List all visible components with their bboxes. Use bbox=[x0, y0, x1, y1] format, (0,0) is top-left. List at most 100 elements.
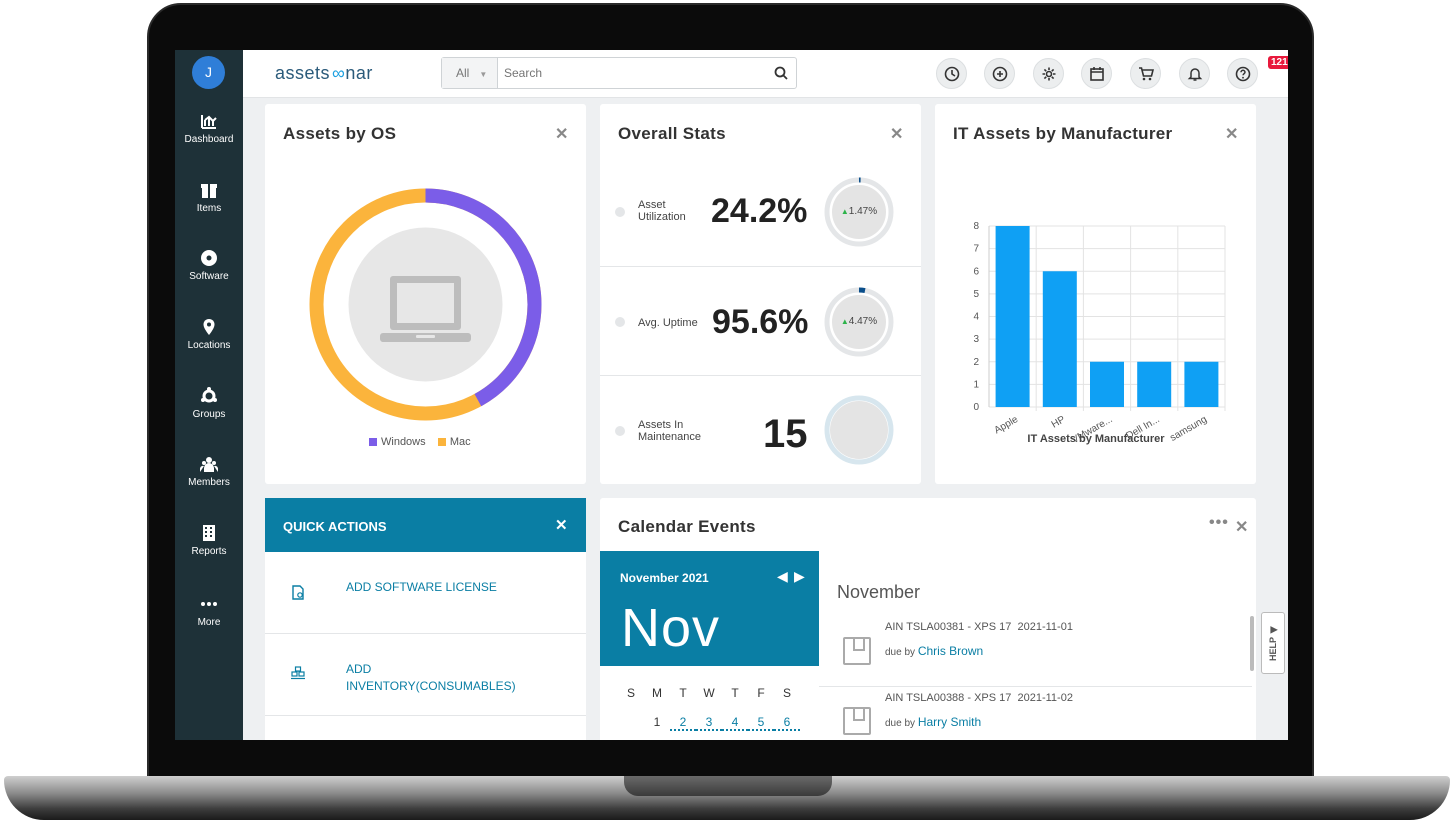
sidebar-item-label: Members bbox=[188, 477, 230, 488]
more-dots-icon bbox=[201, 602, 217, 606]
trend-up-icon: ▲ bbox=[840, 207, 849, 216]
stat-value: 15 bbox=[763, 412, 808, 456]
sidebar-item-label: Items bbox=[196, 203, 222, 214]
calendar-event[interactable]: AIN TSLA00388 - XPS 17 2021-11-02 due by… bbox=[819, 687, 1252, 740]
asset-box-icon bbox=[843, 637, 871, 665]
search-input[interactable] bbox=[504, 64, 764, 82]
calendar-day[interactable]: 2 bbox=[670, 715, 696, 731]
y-tick-label: 6 bbox=[973, 266, 979, 277]
os-donut-chart bbox=[309, 188, 542, 421]
stat-delta: ▲1.47% bbox=[840, 206, 878, 217]
sidebar-item-label: Dashboard bbox=[184, 134, 234, 145]
laptop-notch bbox=[624, 776, 832, 796]
disc-icon bbox=[201, 250, 217, 266]
map-pin-icon bbox=[203, 319, 215, 335]
events-scrollbar[interactable] bbox=[1250, 616, 1254, 671]
y-tick-label: 5 bbox=[973, 289, 979, 300]
sidebar-item-label: Groups bbox=[192, 409, 226, 420]
sidebar-item-members[interactable]: Members bbox=[175, 455, 243, 488]
info-icon[interactable] bbox=[615, 426, 625, 436]
software-license-icon bbox=[292, 585, 304, 600]
cart-icon bbox=[1139, 67, 1154, 81]
app-logo[interactable]: assets ∞nar bbox=[275, 63, 373, 84]
legend-label: Mac bbox=[449, 436, 471, 448]
y-tick-label: 1 bbox=[973, 379, 979, 390]
x-tick-label: samsung bbox=[1168, 414, 1209, 444]
stat-label: Assets In Maintenance bbox=[638, 419, 701, 443]
question-icon bbox=[1235, 66, 1251, 82]
help-button[interactable] bbox=[1227, 58, 1258, 89]
stat-row-utilization: Asset Utilization 24.2% ▲1.47% bbox=[600, 158, 921, 267]
building-icon bbox=[203, 525, 215, 541]
calendar-day[interactable]: 4 bbox=[722, 715, 748, 731]
gear-icon bbox=[1042, 67, 1056, 81]
sidebar-item-locations[interactable]: Locations bbox=[175, 318, 243, 351]
y-tick-label: 8 bbox=[973, 221, 979, 232]
close-icon[interactable]: ✕ bbox=[555, 516, 568, 534]
manufacturer-bar-chart: 012345678Apple HP VMware... Dell In... samsu… bbox=[973, 221, 1226, 446]
stat-label: Asset Utilization bbox=[638, 199, 686, 223]
close-icon[interactable]: ✕ bbox=[1225, 124, 1238, 144]
search-bar: All ▼ bbox=[441, 57, 797, 89]
help-tab[interactable]: HELP ◀ bbox=[1261, 612, 1285, 674]
quick-action-label: ADD INVENTORY(CONSUMABLES) bbox=[346, 662, 516, 693]
history-button[interactable] bbox=[936, 58, 967, 89]
bell-icon bbox=[1187, 68, 1203, 81]
add-button[interactable] bbox=[984, 58, 1015, 89]
search-icon[interactable] bbox=[774, 66, 788, 80]
sidebar-item-dashboard[interactable]: Dashboard bbox=[175, 112, 243, 145]
os-legend: Windows Mac bbox=[369, 436, 471, 448]
stat-gauge: ▲1.47% bbox=[824, 177, 894, 247]
inventory-boxes-icon bbox=[291, 666, 305, 680]
members-icon bbox=[200, 457, 218, 472]
close-icon[interactable]: ✕ bbox=[555, 124, 568, 144]
notifications-button[interactable] bbox=[1179, 58, 1210, 89]
weekday-label: S bbox=[626, 686, 635, 700]
gift-box-icon bbox=[201, 184, 217, 198]
close-icon[interactable]: ✕ bbox=[890, 124, 903, 144]
info-icon[interactable] bbox=[615, 207, 625, 217]
sidebar-item-software[interactable]: Software bbox=[175, 249, 243, 282]
y-tick-label: 0 bbox=[973, 402, 979, 413]
legend-label: Windows bbox=[381, 436, 426, 448]
calendar-button[interactable] bbox=[1081, 58, 1112, 89]
event-person-link[interactable]: Chris Brown bbox=[918, 644, 983, 658]
app-screen: J Dashboard Items Software Locations Gro… bbox=[175, 50, 1288, 740]
clock-icon bbox=[944, 66, 960, 82]
event-person-link[interactable]: Harry Smith bbox=[918, 715, 981, 729]
sidebar-item-groups[interactable]: Groups bbox=[175, 387, 243, 420]
cart-button[interactable] bbox=[1130, 58, 1161, 89]
settings-button[interactable] bbox=[1033, 58, 1064, 89]
calendar-day[interactable]: 5 bbox=[748, 715, 774, 731]
quick-action-add-inventory[interactable]: ADD INVENTORY(CONSUMABLES) bbox=[265, 634, 586, 716]
close-icon[interactable]: ✕ bbox=[1235, 517, 1248, 537]
quick-actions-header: QUICK ACTIONS ✕ bbox=[265, 498, 586, 552]
stat-gauge: ▲4.47% bbox=[824, 287, 894, 357]
stat-delta: ▲4.47% bbox=[840, 316, 878, 327]
sidebar-item-more[interactable]: More bbox=[175, 595, 243, 628]
weekday-label: M bbox=[652, 686, 662, 700]
event-due: due by Harry Smith bbox=[885, 715, 982, 729]
overall-stats-card: Overall Stats ✕ Asset Utilization 24.2% ▲… bbox=[600, 104, 921, 484]
prev-month-icon[interactable]: ◀ bbox=[777, 568, 788, 585]
trend-up-icon: ▲ bbox=[840, 317, 849, 326]
calendar-day[interactable]: 6 bbox=[774, 715, 800, 731]
avatar[interactable]: J bbox=[192, 56, 225, 89]
stat-row-maintenance: Assets In Maintenance 15 bbox=[600, 376, 921, 484]
calendar-day[interactable]: 1 bbox=[644, 715, 670, 729]
sidebar-item-label: Reports bbox=[191, 546, 227, 557]
sidebar-item-items[interactable]: Items bbox=[175, 181, 243, 214]
info-icon[interactable] bbox=[615, 317, 625, 327]
calendar-event[interactable]: AIN TSLA00381 - XPS 17 2021-11-01 due by… bbox=[819, 616, 1252, 687]
stat-value: 95.6% bbox=[712, 303, 809, 341]
top-bar: assets ∞nar All ▼ 121 bbox=[243, 50, 1288, 98]
x-axis-title: IT Assets by Manufacturer bbox=[1027, 433, 1165, 445]
calendar-day[interactable]: 3 bbox=[696, 715, 722, 731]
more-options-icon[interactable]: ••• bbox=[1209, 514, 1229, 532]
quick-action-add-software-license[interactable]: ADD SOFTWARE LICENSE bbox=[265, 552, 586, 634]
sidebar-item-label: More bbox=[197, 617, 221, 628]
next-month-icon[interactable]: ▶ bbox=[794, 568, 805, 585]
search-scope-select[interactable]: All ▼ bbox=[442, 58, 498, 88]
sidebar-item-reports[interactable]: Reports bbox=[175, 524, 243, 557]
bar bbox=[1090, 361, 1124, 407]
